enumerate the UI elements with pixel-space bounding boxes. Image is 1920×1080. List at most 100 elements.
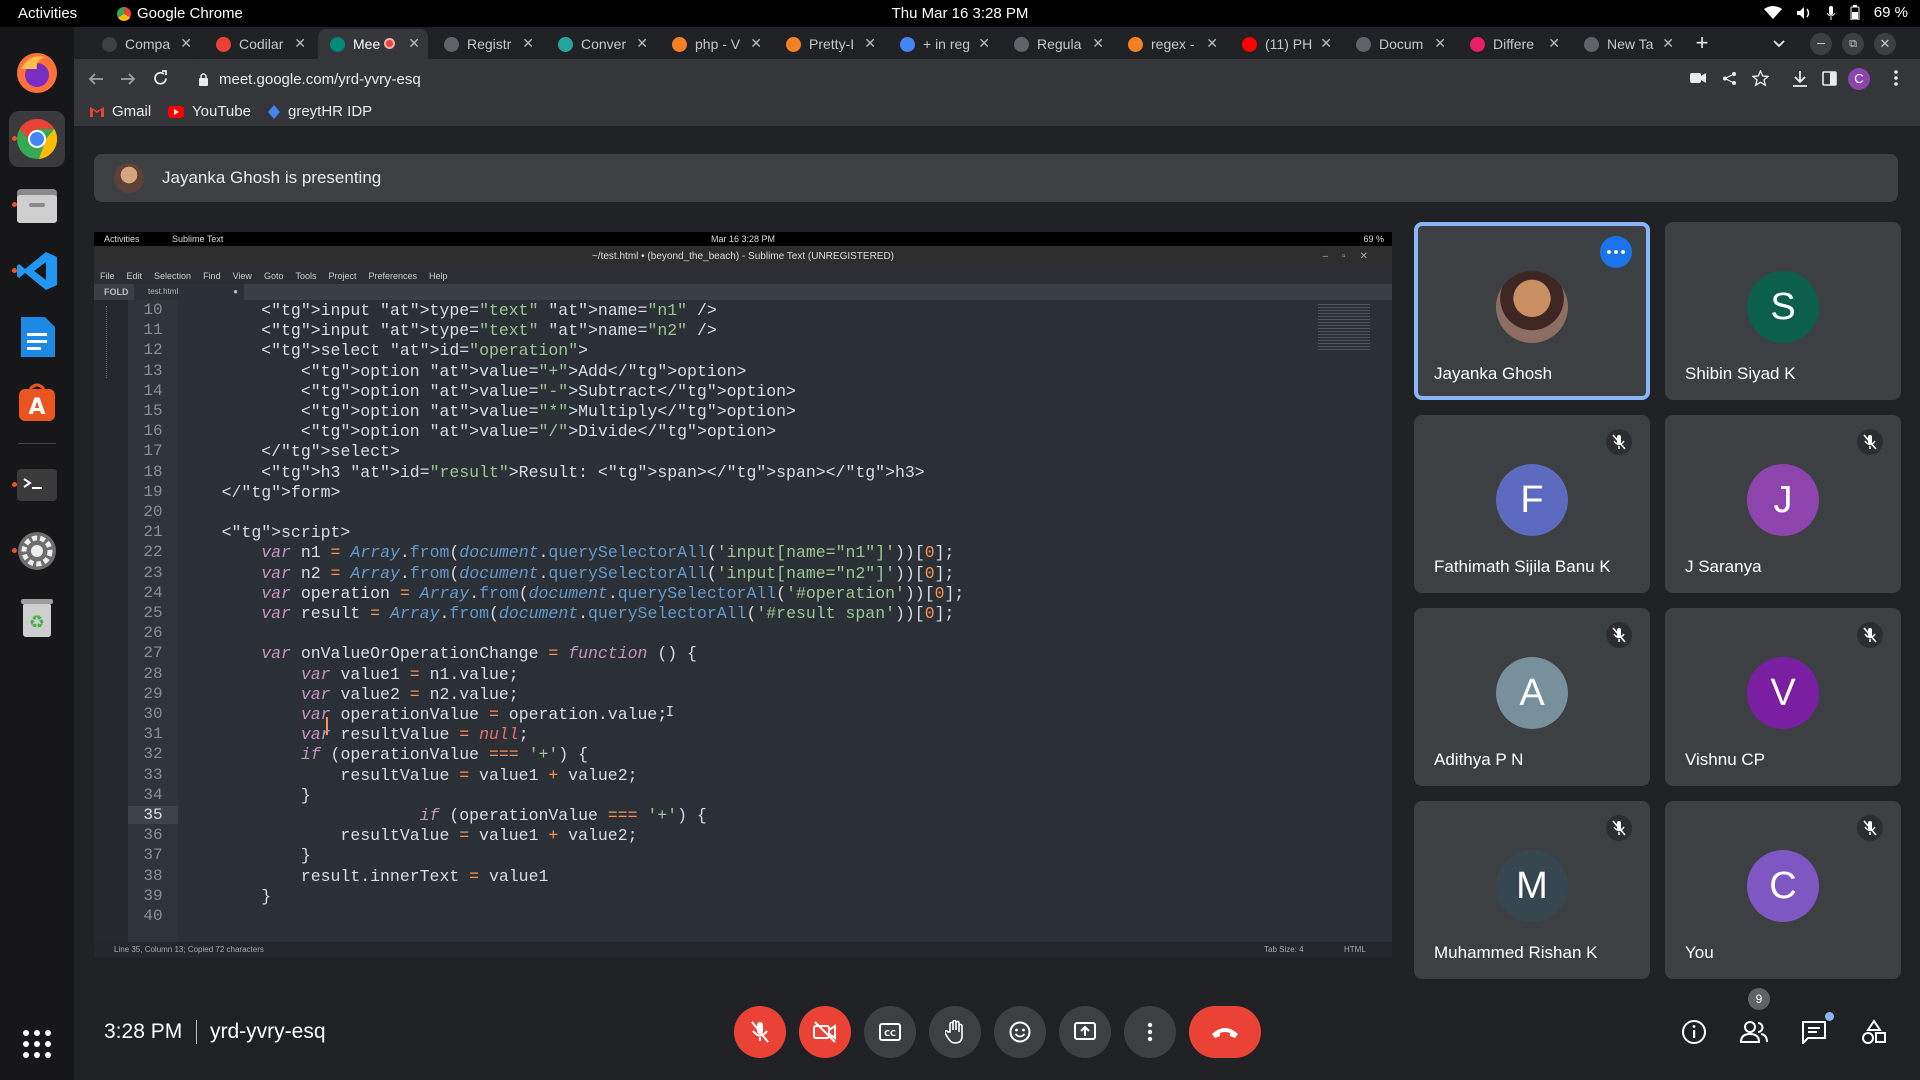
raise-hand-button[interactable]: [929, 1006, 981, 1058]
bookmark-youtube[interactable]: YouTube: [168, 103, 251, 120]
system-tray[interactable]: 69 %: [1763, 4, 1908, 21]
shared-clock: Mar 16 3:28 PM: [710, 234, 776, 244]
activities-button[interactable]: Activities: [18, 5, 77, 22]
dock-settings[interactable]: [9, 523, 65, 579]
browser-tab[interactable]: Conver ✕: [546, 29, 656, 59]
tab-close-icon[interactable]: ✕: [522, 35, 534, 52]
toggle-camera-button[interactable]: [799, 1006, 851, 1058]
restore-window-button[interactable]: ⧉: [1842, 33, 1864, 55]
muted-mic-icon: [1606, 429, 1632, 455]
code-line: var operation = Array.from(document.quer…: [261, 583, 965, 603]
line-number: 30: [143, 705, 163, 723]
tab-close-icon[interactable]: ✕: [1206, 35, 1218, 52]
info-icon: [1682, 1020, 1706, 1044]
toggle-microphone-button[interactable]: [734, 1006, 786, 1058]
browser-tab[interactable]: + in reg ✕: [888, 29, 998, 59]
participant-options-button[interactable]: [1600, 236, 1632, 268]
browser-tab[interactable]: Compa ✕: [90, 29, 200, 59]
more-options-button[interactable]: [1124, 1006, 1176, 1058]
bookmark-greythr[interactable]: greytHR IDP: [268, 103, 372, 120]
tab-close-icon[interactable]: ✕: [1434, 35, 1446, 52]
participant-tile[interactable]: V Vishnu CP: [1665, 608, 1901, 786]
participant-tile[interactable]: M Muhammed Rishan K: [1414, 801, 1650, 979]
profile-avatar[interactable]: C: [1848, 68, 1870, 90]
tab-close-icon[interactable]: ✕: [180, 35, 192, 52]
participant-tile[interactable]: S Shibin Siyad K: [1665, 222, 1901, 400]
tab-favicon-icon: [444, 36, 459, 52]
dock-firefox[interactable]: [9, 45, 65, 101]
tab-search-button[interactable]: [1766, 31, 1792, 57]
active-app-menu[interactable]: Google Chrome: [117, 5, 243, 22]
tab-close-icon[interactable]: ✕: [864, 35, 876, 52]
tab-close-icon[interactable]: ✕: [1548, 35, 1560, 52]
address-bar[interactable]: meet.google.com/yrd-yvry-esq: [184, 63, 1664, 95]
participant-tile[interactable]: Jayanka Ghosh: [1414, 222, 1650, 400]
dock-app-center[interactable]: A: [9, 375, 65, 431]
sublime-menu-item: Find: [203, 271, 221, 281]
tab-close-icon[interactable]: ✕: [978, 35, 990, 52]
browser-tab[interactable]: Pretty-I ✕: [774, 29, 884, 59]
browser-tab[interactable]: Registr ✕: [432, 29, 542, 59]
dock-writer[interactable]: [9, 309, 65, 365]
forward-icon[interactable]: [120, 71, 136, 87]
tab-favicon-icon: [1584, 36, 1599, 52]
line-number: 29: [143, 684, 163, 703]
participant-name: Adithya P N: [1434, 750, 1524, 769]
tab-close-icon[interactable]: ✕: [1320, 35, 1332, 52]
bookmark-star-icon[interactable]: [1752, 70, 1769, 87]
dock-terminal[interactable]: [9, 457, 65, 513]
captions-button[interactable]: CC: [864, 1006, 916, 1058]
show-applications-button[interactable]: [9, 1016, 65, 1072]
browser-tab[interactable]: Differe ✕: [1458, 29, 1568, 59]
browser-tab[interactable]: Mee ✕: [318, 29, 428, 59]
browser-tab[interactable]: Codilar ✕: [204, 29, 314, 59]
reload-icon[interactable]: [152, 70, 169, 87]
tab-close-icon[interactable]: ✕: [636, 35, 648, 52]
code-line: if (operationValue === '+') {: [419, 806, 707, 825]
side-panel-icon[interactable]: [1822, 71, 1837, 86]
downloads-icon[interactable]: [1792, 70, 1808, 87]
dock-vscode[interactable]: [9, 243, 65, 299]
bookmark-gmail[interactable]: Gmail: [90, 103, 151, 120]
leave-call-button[interactable]: [1189, 1006, 1261, 1058]
participant-tile[interactable]: A Adithya P N: [1414, 608, 1650, 786]
chat-button[interactable]: [1796, 1012, 1834, 1050]
participant-avatar: V: [1747, 657, 1819, 730]
activities-panel-button[interactable]: [1856, 1014, 1892, 1050]
participant-avatar: S: [1747, 271, 1819, 344]
browser-tab[interactable]: Docum ✕: [1344, 29, 1454, 59]
browser-menu-icon[interactable]: [1894, 70, 1898, 86]
os-clock[interactable]: Thu Mar 16 3:28 PM: [0, 5, 1920, 22]
tab-close-icon[interactable]: ✕: [1662, 35, 1674, 52]
tab-close-icon[interactable]: ✕: [294, 35, 306, 52]
line-number: 18: [143, 462, 163, 481]
back-icon[interactable]: [88, 71, 104, 87]
tab-close-icon[interactable]: ✕: [750, 35, 762, 52]
code-line: var n2 = Array.from(document.querySelect…: [261, 563, 955, 583]
browser-tab[interactable]: regex - ✕: [1116, 29, 1226, 59]
share-icon[interactable]: [1722, 71, 1737, 86]
presenting-text: Jayanka Ghosh is presenting: [162, 168, 382, 187]
browser-tab[interactable]: php - V ✕: [660, 29, 770, 59]
minimize-window-button[interactable]: –: [1810, 33, 1832, 55]
dock-trash[interactable]: ♻: [9, 589, 65, 645]
camera-indicator-icon[interactable]: [1690, 72, 1706, 84]
new-tab-button[interactable]: +: [1689, 31, 1715, 57]
code-line: <"tg">input "at">type="text" "at">name="…: [182, 321, 717, 341]
tab-close-icon[interactable]: ✕: [1092, 35, 1104, 52]
close-window-button[interactable]: ✕: [1874, 33, 1896, 55]
participant-avatar: [1496, 271, 1568, 344]
participant-tile[interactable]: J J Saranya: [1665, 415, 1901, 593]
present-now-button[interactable]: [1059, 1006, 1111, 1058]
tab-close-icon[interactable]: ✕: [408, 35, 420, 52]
browser-tab[interactable]: Regula ✕: [1002, 29, 1112, 59]
participant-tile[interactable]: C You: [1665, 801, 1901, 979]
browser-tab[interactable]: (11) PH ✕: [1230, 29, 1340, 59]
people-button[interactable]: 9: [1736, 988, 1772, 1050]
browser-tab[interactable]: New Ta ✕: [1572, 29, 1682, 59]
dock-chrome[interactable]: [9, 111, 65, 167]
participant-tile[interactable]: F Fathimath Sijila Banu K: [1414, 415, 1650, 593]
dock-files[interactable]: [9, 177, 65, 233]
meeting-details-button[interactable]: [1676, 1014, 1712, 1050]
reactions-button[interactable]: [994, 1006, 1046, 1058]
